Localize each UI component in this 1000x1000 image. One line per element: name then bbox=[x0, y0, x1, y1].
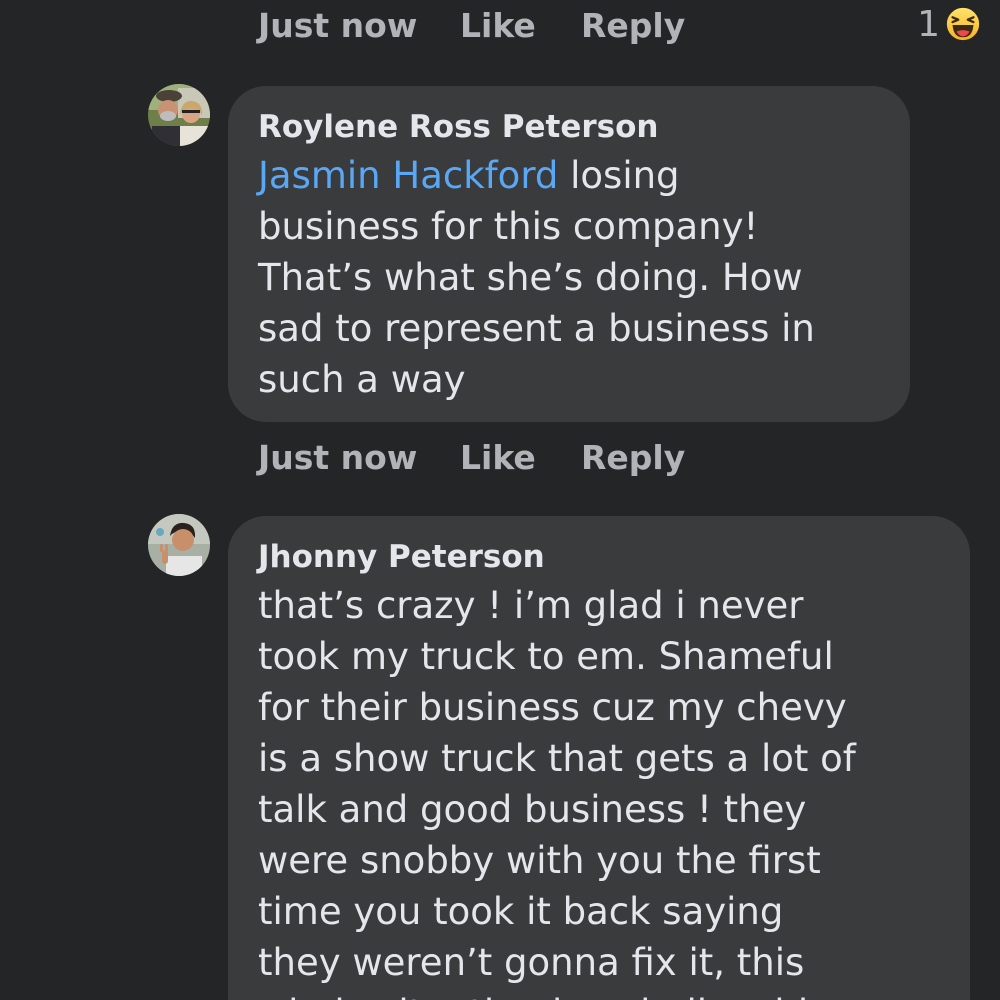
man-avatar bbox=[148, 514, 210, 576]
comment-text: Jasmin Hackford losing business for this… bbox=[258, 150, 880, 405]
comment-text: that’s crazy ! i’m glad i never took my … bbox=[258, 584, 856, 1000]
comment-thread: Just now Like Reply 1 Roylene Ross Peter… bbox=[0, 0, 1000, 1000]
couple-avatar bbox=[148, 84, 210, 146]
avatar[interactable] bbox=[148, 514, 210, 576]
comment-bubble: Roylene Ross Peterson Jasmin Hackford lo… bbox=[228, 86, 910, 422]
reply-button[interactable]: Reply bbox=[581, 6, 685, 45]
like-button[interactable]: Like bbox=[460, 438, 581, 477]
like-button[interactable]: Like bbox=[460, 6, 581, 45]
mention-link[interactable]: Jasmin Hackford bbox=[258, 154, 558, 197]
comment-timestamp: Just now bbox=[258, 437, 418, 477]
reaction-count: 1 bbox=[917, 3, 940, 45]
avatar[interactable] bbox=[148, 84, 210, 146]
previous-comment-actions: Just now Like Reply bbox=[258, 0, 685, 50]
reply-button[interactable]: Reply bbox=[581, 438, 685, 477]
comment-author[interactable]: Roylene Ross Peterson bbox=[258, 104, 880, 150]
comment-author[interactable]: Jhonny Peterson bbox=[258, 534, 940, 580]
comment-bubble: Jhonny Peterson that’s crazy ! i’m glad … bbox=[228, 516, 970, 1000]
comment-actions: Just now Like Reply bbox=[258, 432, 685, 482]
haha-emoji-icon bbox=[944, 5, 982, 43]
reaction-summary[interactable]: 1 bbox=[917, 0, 982, 48]
comment-timestamp: Just now bbox=[258, 5, 418, 45]
